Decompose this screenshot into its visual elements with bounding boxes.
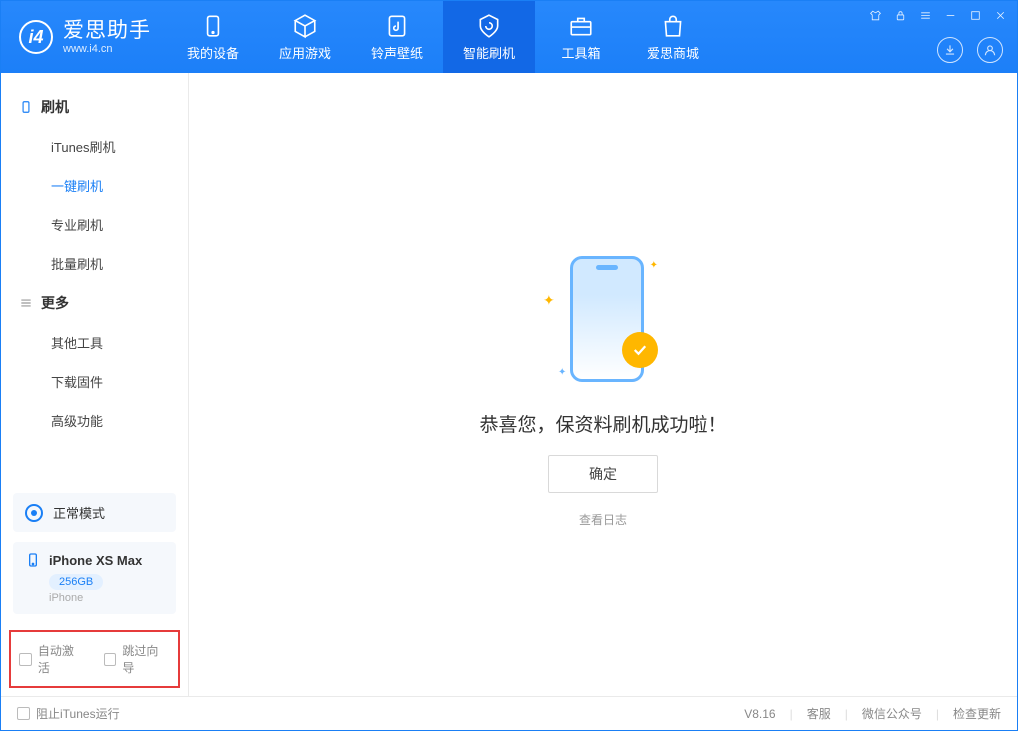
tab-ring[interactable]: 铃声壁纸 [351,1,443,73]
lock-icon[interactable] [894,9,907,22]
phone-icon [200,13,226,39]
device-phone-icon [25,552,41,568]
tab-tools-label: 工具箱 [561,43,600,62]
menu-icon[interactable] [919,9,932,22]
shield-refresh-icon [476,13,502,39]
tab-device-label: 我的设备 [187,43,239,62]
phone-outline-icon [19,100,33,114]
tab-ring-label: 铃声壁纸 [371,43,423,62]
mode-indicator-icon [25,504,43,522]
ok-button[interactable]: 确定 [548,455,658,493]
sparkle-icon: ✦ [650,260,658,271]
window-controls [869,9,1007,22]
tab-device[interactable]: 我的设备 [167,1,259,73]
sidebar-group-more-label: 更多 [41,293,69,313]
main-tabs: 我的设备 应用游戏 铃声壁纸 智能刷机 工具箱 爱思商城 [167,1,719,73]
checkbox-icon [17,707,30,720]
shirt-icon[interactable] [869,9,882,22]
toolbox-icon [568,13,594,39]
separator: | [936,707,939,721]
maximize-icon[interactable] [969,9,982,22]
version-label: V8.16 [744,707,775,721]
sidebar-group-flash[interactable]: 刷机 [1,87,188,127]
checkbox-block-itunes-label: 阻止iTunes运行 [36,705,120,722]
app-url: www.i4.cn [63,43,151,55]
device-mode-label: 正常模式 [53,503,105,522]
checkbox-skip-guide-label: 跳过向导 [122,642,170,676]
flash-options-highlight: 自动激活 跳过向导 [9,630,180,688]
tab-tools[interactable]: 工具箱 [535,1,627,73]
success-message: 恭喜您，保资料刷机成功啦！ [479,410,726,437]
sidebar-group-more[interactable]: 更多 [1,283,188,323]
list-icon [19,296,33,310]
sidebar: 刷机 iTunes刷机 一键刷机 专业刷机 批量刷机 更多 其他工具 下载固件 … [1,73,189,696]
tab-flash[interactable]: 智能刷机 [443,1,535,73]
music-file-icon [384,13,410,39]
title-bar: i4 爱思助手 www.i4.cn 我的设备 应用游戏 铃声壁纸 智能刷机 工具… [1,1,1017,73]
sidebar-item-onekey[interactable]: 一键刷机 [1,166,188,205]
device-mode[interactable]: 正常模式 [13,493,176,532]
device-info[interactable]: iPhone XS Max 256GB iPhone [13,542,176,614]
checkbox-skip-guide[interactable]: 跳过向导 [104,642,171,676]
sparkle-icon: ✦ [558,367,566,378]
tab-store[interactable]: 爱思商城 [627,1,719,73]
logo-icon: i4 [19,20,53,54]
checkbox-auto-activate-label: 自动激活 [38,642,86,676]
download-icon[interactable] [937,37,963,63]
device-type: iPhone [49,592,164,604]
sidebar-item-batch[interactable]: 批量刷机 [1,244,188,283]
wechat-link[interactable]: 微信公众号 [862,705,922,722]
checkbox-block-itunes[interactable]: 阻止iTunes运行 [17,705,120,722]
sidebar-group-flash-label: 刷机 [41,97,69,117]
sidebar-item-fw[interactable]: 下载固件 [1,362,188,401]
sidebar-item-pro[interactable]: 专业刷机 [1,205,188,244]
sidebar-item-adv[interactable]: 高级功能 [1,401,188,440]
separator: | [845,707,848,721]
separator: | [790,707,793,721]
main-content: ✦ ✦ ✦ 恭喜您，保资料刷机成功啦！ 确定 查看日志 [189,73,1017,696]
tab-apps[interactable]: 应用游戏 [259,1,351,73]
user-icon[interactable] [977,37,1003,63]
check-badge-icon [622,332,658,368]
tab-apps-label: 应用游戏 [279,43,331,62]
success-illustration: ✦ ✦ ✦ [528,242,678,392]
bag-icon [660,13,686,39]
tab-flash-label: 智能刷机 [463,43,515,62]
sparkle-icon: ✦ [543,292,555,309]
view-log-link[interactable]: 查看日志 [579,511,627,528]
status-bar: 阻止iTunes运行 V8.16 | 客服 | 微信公众号 | 检查更新 [1,696,1017,730]
update-link[interactable]: 检查更新 [953,705,1001,722]
minimize-icon[interactable] [944,9,957,22]
tab-store-label: 爱思商城 [647,43,699,62]
app-name: 爱思助手 [63,19,151,42]
checkbox-auto-activate[interactable]: 自动激活 [19,642,86,676]
sidebar-item-itunes[interactable]: iTunes刷机 [1,127,188,166]
device-storage: 256GB [49,574,103,590]
sidebar-item-other[interactable]: 其他工具 [1,323,188,362]
checkbox-icon [104,653,117,666]
device-name: iPhone XS Max [49,553,142,568]
close-icon[interactable] [994,9,1007,22]
app-logo: i4 爱思助手 www.i4.cn [1,1,167,73]
cube-icon [292,13,318,39]
service-link[interactable]: 客服 [807,705,831,722]
checkbox-icon [19,653,32,666]
header-actions [937,37,1003,63]
